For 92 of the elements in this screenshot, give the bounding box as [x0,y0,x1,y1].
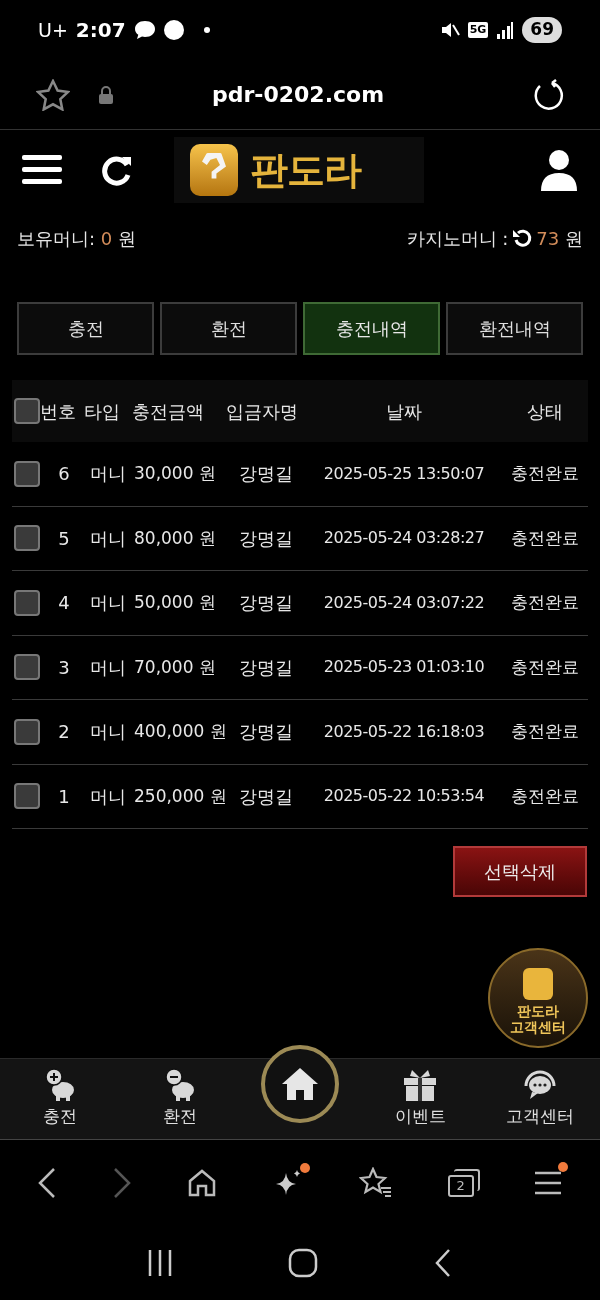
table-cell-text: 머니 [89,720,127,745]
table-cell-text: 2025-05-22 10:53:54 [322,785,486,808]
table-cell-text: 머니 [89,655,127,680]
column-header: 상태 [526,399,564,424]
held-money-text: 보유머니: 0 원 [17,226,136,251]
url-text[interactable]: pdr-0202.com [114,78,532,111]
nav-item[interactable]: 충전 [0,1068,120,1130]
table-cell-text: 2025-05-25 13:50:07 [322,462,486,485]
checkbox[interactable] [14,654,40,681]
nav-item[interactable]: 고객센터 [480,1068,600,1130]
piggy-bank-icon [164,1068,196,1103]
table-cell-text: 1 [57,784,71,809]
table-cell-text: 70,000 원 [133,655,217,679]
table-cell-text: 강명길 [238,591,294,616]
signal-icon [496,21,515,39]
mute-icon [439,20,460,40]
column-header: 입금자명 [226,399,299,424]
table-cell-text: 충전완료 [510,784,580,808]
table-cell-text: 2025-05-22 16:18:03 [322,720,486,743]
table-cell-text: 5 [57,526,71,551]
back-icon[interactable] [37,1166,58,1199]
tab[interactable]: 환전 [160,302,297,355]
table-cell-text: 6 [57,462,71,487]
table-cell-text: 50,000 원 [133,591,217,614]
table-cell-text: 2025-05-23 01:03:10 [322,656,486,679]
logo-text: 판도라 [250,146,362,194]
checkbox[interactable] [14,460,40,487]
table-cell-text: 머니 [89,526,127,551]
refresh-icon[interactable] [512,228,533,248]
table-cell-text: 강명길 [238,655,294,680]
support-badge[interactable]: 판도라 고객센터 [488,948,588,1048]
forward-icon[interactable] [112,1166,133,1199]
table-cell-text: 3 [57,655,71,680]
menu-icon[interactable] [534,1169,563,1196]
table-cell-text: 4 [57,591,71,616]
tab[interactable]: 충전 [17,302,154,355]
table-cell-text: 강명길 [238,720,294,745]
app-notification-icon [163,20,184,40]
recent-apps-icon[interactable] [147,1248,174,1277]
casino-money-value: 73 원 [536,226,583,251]
chat-bubble-icon [133,20,156,40]
reload-icon[interactable] [532,78,564,111]
table-cell-text: 2 [57,720,71,745]
network-badge: 5G [467,21,489,39]
checkbox[interactable] [14,718,40,745]
table-cell-text: 2025-05-24 03:28:27 [322,527,486,550]
column-header: 날짜 [385,399,423,424]
home-icon[interactable] [288,1247,318,1278]
table-cell-text: 강명길 [238,784,294,809]
site-logo[interactable]: 판도라 [174,137,424,203]
star-icon[interactable] [36,78,70,111]
user-icon[interactable] [540,149,578,191]
badge-text: 고객센터 [510,1020,566,1034]
table-cell-text: 충전완료 [510,526,580,550]
table-cell-text: 충전완료 [510,720,580,743]
table-cell-text: 강명길 [238,462,294,487]
menu-icon[interactable] [22,153,62,187]
checkbox[interactable] [14,525,40,552]
home-icon [280,1066,320,1102]
checkbox[interactable] [14,589,40,616]
checkbox[interactable] [14,398,40,424]
delete-selected-button[interactable]: 선택삭제 [453,846,587,897]
table-cell-text: 250,000 원 [133,784,226,808]
table-cell-text: 충전완료 [510,462,580,485]
gift-icon [402,1068,438,1103]
carrier-label: U+ [38,17,68,43]
table-cell-text: 머니 [89,462,127,487]
battery-indicator: 69 [522,17,562,43]
badge-text: 판도라 [517,1004,559,1018]
lock-icon [98,84,114,105]
tab[interactable]: 환전내역 [446,302,583,355]
column-header: 번호 [40,399,77,424]
table-cell-text: 머니 [89,784,127,809]
piggy-bank-icon [44,1068,76,1103]
table-cell-text: 충전완료 [510,655,580,679]
table-cell-text: 30,000 원 [133,462,217,485]
table-cell-text: 400,000 원 [133,720,226,743]
casino-money-label: 카지노머니 : [406,226,509,251]
checkbox[interactable] [14,783,40,810]
bookmarks-icon[interactable] [358,1166,393,1199]
column-header: 타입 [84,399,121,424]
tab[interactable]: 충전내역 [303,302,440,355]
table-cell-text: 80,000 원 [133,526,217,550]
table-cell-text: 충전완료 [510,591,580,614]
column-header: 충전금액 [132,399,205,424]
nav-item[interactable]: 환전 [120,1068,240,1130]
nav-item[interactable]: 이벤트 [360,1068,480,1130]
table-cell-text: 머니 [89,591,127,616]
table-cell-text: 2025-05-24 03:07:22 [322,591,486,614]
table-cell-text: 강명길 [238,526,294,551]
home-icon[interactable] [187,1167,218,1198]
clock: 2:07 [75,17,126,44]
